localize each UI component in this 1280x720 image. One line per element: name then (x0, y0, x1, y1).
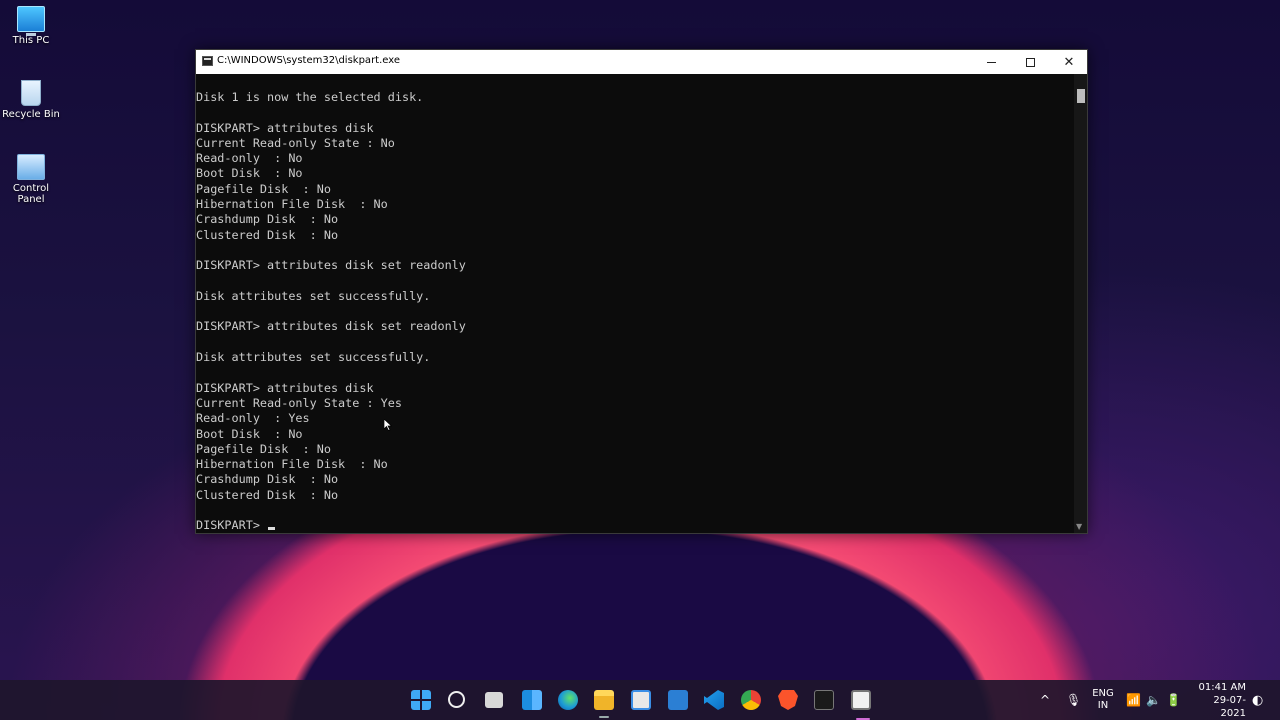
console-line: Pagefile Disk : No (196, 181, 331, 196)
recycle-bin-icon (21, 80, 41, 106)
vscode-icon[interactable] (704, 690, 724, 710)
desktop-icon-label: Control Panel (12, 183, 50, 205)
desktop-icon-this-pc[interactable]: This PC (0, 0, 62, 46)
start-icon[interactable] (411, 690, 431, 710)
desktop-icon-label: This PC (12, 35, 50, 46)
console-line: Current Read-only State : No (196, 135, 395, 150)
desktop-icon-recycle-bin[interactable]: Recycle Bin (0, 74, 62, 120)
search-icon[interactable] (448, 691, 465, 708)
show-hidden-icons-chevron-icon[interactable]: ^ (1040, 680, 1050, 720)
title-bar[interactable]: C:\WINDOWS\system32\diskpart.exe ✕ (196, 50, 1087, 74)
console-line: DISKPART> (196, 518, 1074, 533)
console-line: Disk attributes set successfully. (196, 288, 431, 303)
console-app-icon (202, 56, 213, 66)
store-icon[interactable] (631, 690, 651, 710)
scroll-thumb[interactable] (1077, 89, 1085, 103)
control-panel-icon (17, 154, 45, 180)
scroll-down-arrow-icon[interactable]: ▼ (1076, 522, 1082, 531)
language-indicator[interactable]: ENG IN (1092, 680, 1114, 720)
console-line: DISKPART> attributes disk set readonly (196, 258, 466, 273)
mail-icon[interactable] (668, 690, 688, 710)
terminal-icon[interactable] (814, 690, 834, 710)
close-button[interactable]: ✕ (1049, 50, 1089, 74)
chrome-icon[interactable] (741, 690, 761, 710)
language-region: IN (1097, 700, 1109, 711)
volume-icon[interactable]: 🔈 (1146, 680, 1161, 720)
maximize-icon (1025, 57, 1035, 67)
console-line: Pagefile Disk : No (196, 441, 331, 456)
close-icon: ✕ (1063, 54, 1075, 70)
text-cursor (268, 527, 276, 531)
console-line: Clustered Disk : No (196, 227, 339, 242)
console-output[interactable]: Disk 1 is now the selected disk. DISKPART… (196, 74, 1074, 533)
console-line: Crashdump Disk : No (196, 212, 339, 227)
desktop-icon-control-panel[interactable]: Control Panel (0, 148, 62, 205)
console-line: Disk attributes set successfully. (196, 350, 431, 365)
task-view-icon[interactable] (485, 692, 503, 708)
console-line: Clustered Disk : No (196, 487, 339, 502)
battery-icon[interactable]: 🔋 (1166, 680, 1181, 720)
diskpart-taskbar-icon[interactable] (851, 690, 871, 720)
maximize-button[interactable] (1010, 50, 1050, 74)
clock-date: 29-07-2021 (1213, 694, 1246, 719)
console-line: Boot Disk : No (196, 166, 303, 181)
vertical-scrollbar[interactable]: ▼ (1074, 74, 1087, 533)
console-line: Disk 1 is now the selected disk. (196, 90, 424, 104)
minimize-button[interactable] (971, 50, 1011, 74)
this-pc-icon (17, 6, 45, 36)
console-line: Read-only : No (196, 151, 303, 166)
file-explorer-icon[interactable] (594, 690, 614, 718)
brave-icon[interactable] (778, 690, 798, 710)
console-line: DISKPART> attributes disk set readonly (196, 319, 466, 334)
wifi-icon[interactable]: 📶 (1126, 680, 1141, 720)
prompt-text: DISKPART> (196, 518, 268, 533)
desktop-icon-label: Recycle Bin (2, 109, 60, 120)
minimize-icon (986, 61, 996, 63)
window-title: C:\WINDOWS\system32\diskpart.exe (217, 55, 401, 66)
console-line: Current Read-only State : Yes (196, 395, 402, 410)
widgets-icon[interactable] (522, 690, 542, 710)
console-line: Crashdump Disk : No (196, 472, 339, 487)
console-line: Read-only : Yes (196, 411, 310, 426)
edge-icon[interactable] (558, 690, 578, 710)
console-line: Hibernation File Disk : No (196, 457, 388, 472)
console-line: Hibernation File Disk : No (196, 197, 388, 212)
console-line: DISKPART> attributes disk (196, 380, 374, 395)
taskbar: ^ 🎙 ENG IN 📶 🔈 🔋 01:41 AM 29-07-2021 ◐ (0, 680, 1280, 720)
language-code: ENG (1092, 688, 1114, 699)
clock[interactable]: 01:41 AM 29-07-2021 (1190, 680, 1246, 720)
notifications-icon[interactable]: ◐ (1252, 680, 1263, 720)
clock-time: 01:41 AM (1198, 681, 1246, 693)
microphone-icon[interactable]: 🎙 (1066, 680, 1081, 720)
mouse-pointer-icon (384, 419, 392, 431)
console-line: Boot Disk : No (196, 426, 303, 441)
console-line: DISKPART> attributes disk (196, 120, 374, 135)
diskpart-window[interactable]: C:\WINDOWS\system32\diskpart.exe ✕ Disk … (195, 49, 1088, 534)
